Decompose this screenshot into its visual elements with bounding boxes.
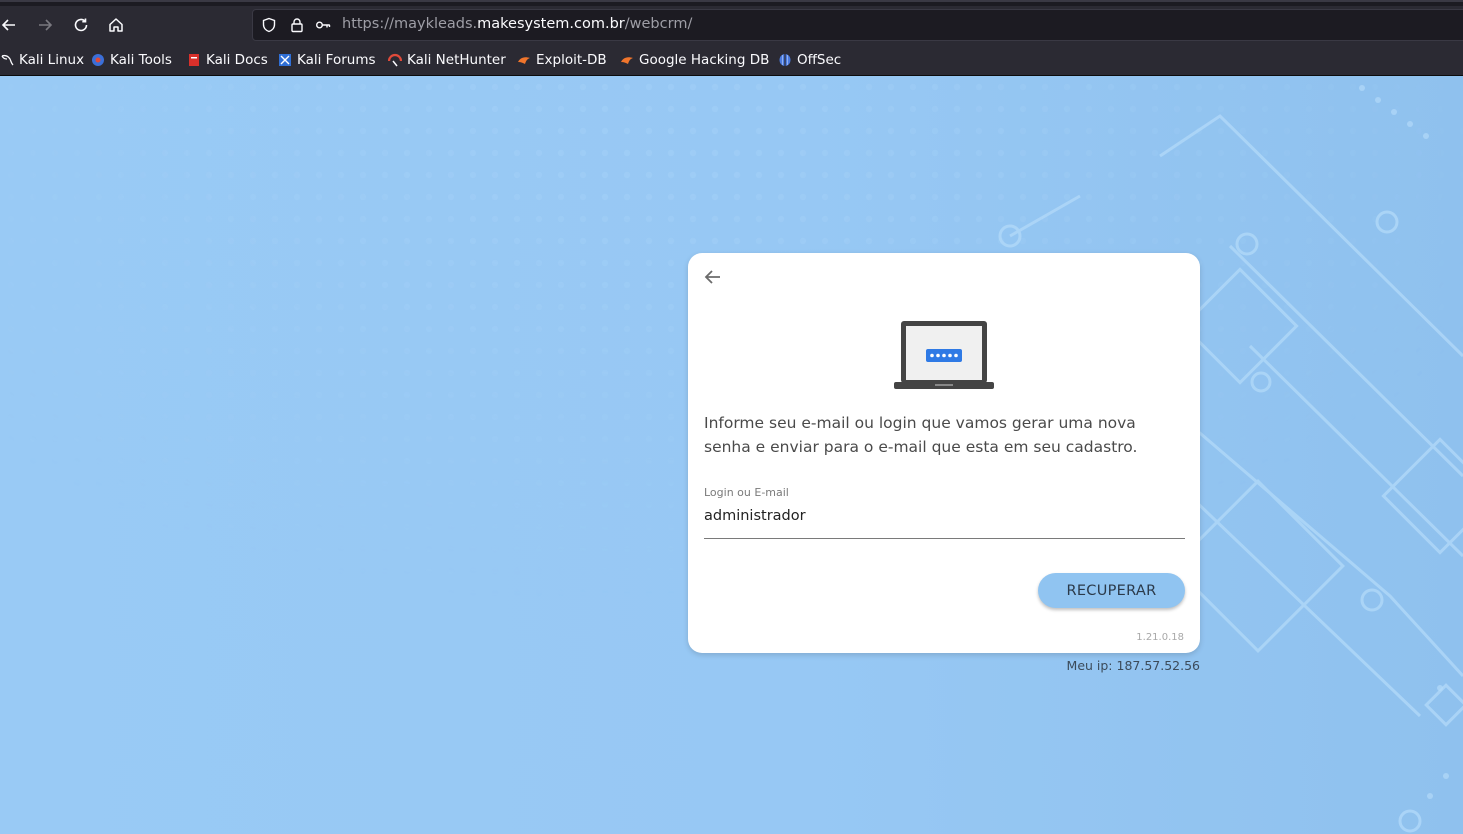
kali-docs-icon (189, 54, 199, 66)
bookmark-kali-forums[interactable]: Kali Forums (278, 50, 376, 70)
recover-button[interactable]: RECUPERAR (1038, 573, 1185, 608)
arrow-right-icon (39, 19, 53, 31)
forward-button[interactable] (32, 12, 58, 38)
bookmark-kali-docs[interactable]: Kali Docs (187, 50, 268, 70)
kali-forums-icon (279, 54, 291, 66)
laptop-password-icon (894, 321, 994, 389)
recovery-instructions: Informe seu e-mail ou login que vamos ge… (704, 414, 1138, 456)
bookmarks-toolbar: Kali Linux Kali Tools Kali Docs Kali For… (0, 44, 1463, 76)
url-text[interactable]: https://maykleads.makesystem.com.br/webc… (342, 16, 692, 32)
bookmark-exploit-db[interactable]: Exploit-DB (517, 50, 607, 70)
login-field-label: Login ou E-mail (704, 486, 789, 499)
exploit-db-icon (518, 57, 530, 64)
key-icon[interactable] (315, 17, 331, 33)
bookmark-kali-tools[interactable]: Kali Tools (91, 50, 172, 70)
kali-dragon-icon (1, 54, 14, 66)
browser-toolbar: https://maykleads.makesystem.com.br/webc… (0, 6, 1463, 44)
bookmark-offsec[interactable]: OffSec (778, 50, 841, 70)
shield-icon[interactable] (261, 17, 277, 33)
bookmark-ghdb[interactable]: Google Hacking DB (620, 50, 769, 70)
ip-address-label: Meu ip: 187.57.52.56 (1066, 658, 1200, 673)
kali-tools-icon (92, 54, 104, 66)
login-email-input[interactable] (704, 503, 1185, 539)
bookmark-kali-nethunter[interactable]: Kali NetHunter (388, 50, 506, 70)
bookmark-kali-linux[interactable]: Kali Linux (0, 50, 84, 70)
reload-icon (74, 18, 88, 32)
lock-icon[interactable] (289, 17, 305, 33)
address-bar[interactable]: https://maykleads.makesystem.com.br/webc… (252, 9, 1463, 41)
kali-nethunter-icon (388, 53, 402, 67)
version-label: 1.21.0.18 (1136, 632, 1184, 643)
offsec-icon (779, 54, 791, 66)
arrow-left-icon (1, 19, 15, 31)
reload-button[interactable] (68, 12, 94, 38)
home-icon (109, 18, 123, 32)
home-button[interactable] (103, 12, 129, 38)
password-recovery-card: Informe seu e-mail ou login que vamos ge… (688, 253, 1200, 653)
back-button[interactable] (0, 12, 22, 38)
back-arrow-icon[interactable] (702, 266, 724, 288)
ghdb-icon (621, 57, 633, 64)
